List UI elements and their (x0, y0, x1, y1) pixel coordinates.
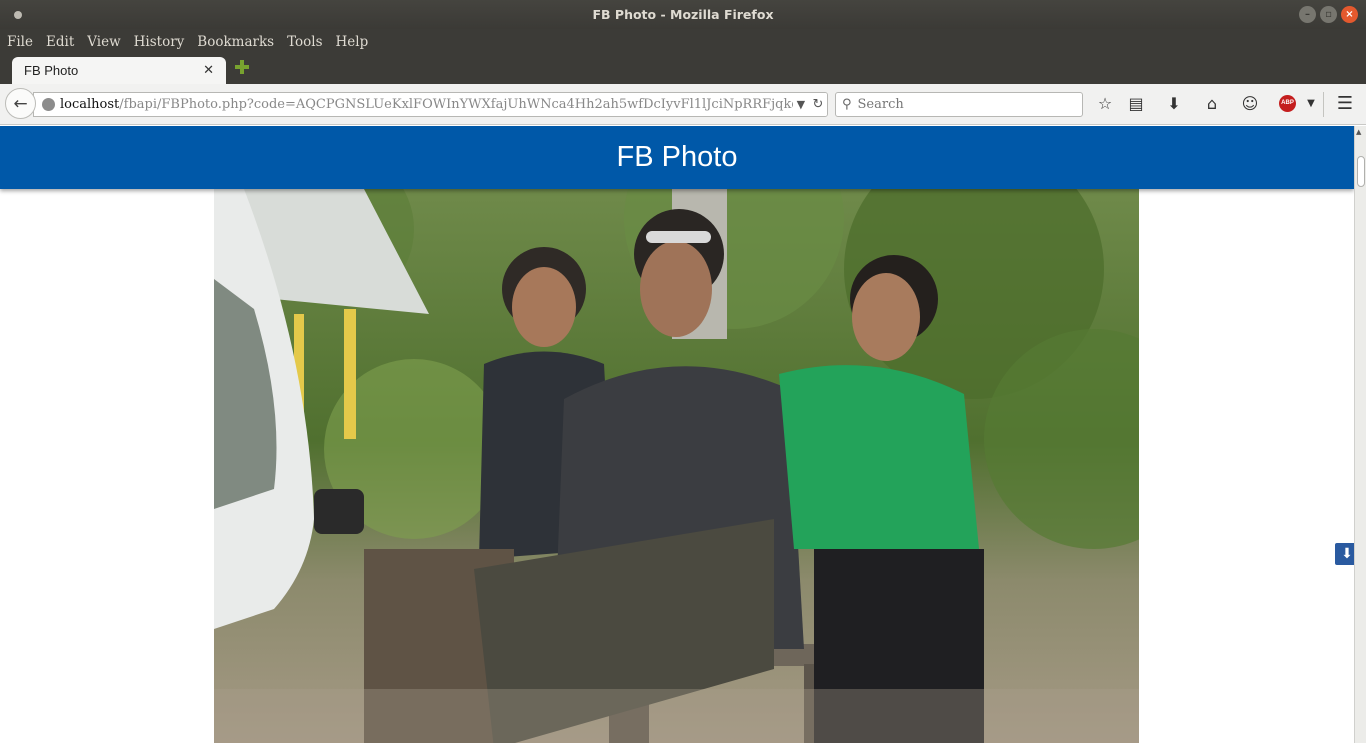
url-bar[interactable]: localhost /fbapi/FBPhoto.php?code=AQCPGN… (33, 92, 828, 117)
scroll-up-icon[interactable]: ▲ (1356, 128, 1361, 136)
menu-icon[interactable]: ☰ (1334, 94, 1356, 114)
navigation-bar: localhost /fbapi/FBPhoto.php?code=AQCPGN… (0, 84, 1366, 125)
url-path: /fbapi/FBPhoto.php?code=AQCPGNSLUeKxlFOW… (119, 97, 828, 112)
menu-history[interactable]: History (134, 34, 185, 50)
search-icon: ⚲ (842, 97, 852, 112)
menu-bar: File Edit View History Bookmarks Tools H… (0, 29, 1366, 54)
close-button[interactable]: × (1341, 6, 1358, 23)
fb-photo-image (214, 189, 1139, 743)
dropdown-arrow-icon[interactable]: ▼ (797, 98, 805, 111)
back-arrow-icon: ← (13, 93, 28, 114)
adblock-icon[interactable]: ABP (1279, 95, 1296, 112)
tab-label: FB Photo (24, 63, 79, 78)
window-title: FB Photo - Mozilla Firefox (592, 7, 774, 22)
download-icon[interactable]: ⬇ (1163, 94, 1185, 114)
maximize-button[interactable]: ▫ (1320, 6, 1337, 23)
scrollbar-thumb[interactable] (1357, 156, 1365, 187)
tab-fb-photo[interactable]: FB Photo ✕ (12, 57, 226, 84)
window-menu-icon[interactable] (14, 11, 22, 19)
search-input[interactable]: ⚲ Search (835, 92, 1083, 117)
reload-icon[interactable]: ↻ (812, 97, 823, 112)
tab-bar: FB Photo ✕ (0, 54, 1366, 84)
adblock-dropdown-icon[interactable]: ▼ (1300, 94, 1322, 114)
vertical-scrollbar[interactable]: ▲ (1354, 126, 1366, 743)
menu-edit[interactable]: Edit (46, 34, 74, 50)
menu-view[interactable]: View (87, 34, 120, 50)
arrow-down-icon: ⬇ (1341, 546, 1353, 562)
menu-file[interactable]: File (7, 34, 33, 50)
url-host: localhost (60, 97, 120, 112)
reading-list-icon[interactable]: ▤ (1125, 94, 1147, 114)
new-tab-icon[interactable] (234, 59, 250, 75)
menu-help[interactable]: Help (336, 34, 369, 50)
page-title: FB Photo (616, 141, 738, 173)
app-header: FB Photo (0, 126, 1354, 189)
back-button[interactable]: ← (5, 88, 36, 119)
menu-bookmarks[interactable]: Bookmarks (197, 34, 274, 50)
photo-illustration (214, 189, 1139, 743)
tab-close-icon[interactable]: ✕ (203, 63, 214, 78)
window-titlebar: FB Photo - Mozilla Firefox – ▫ × (0, 0, 1366, 29)
search-placeholder: Search (857, 97, 904, 112)
page-viewport: FB Photo (0, 126, 1354, 743)
toolbar-separator (1323, 92, 1324, 117)
globe-icon (42, 98, 55, 111)
home-icon[interactable]: ⌂ (1201, 94, 1223, 114)
bookmark-star-icon[interactable]: ☆ (1094, 94, 1116, 114)
chat-icon[interactable]: ☺ (1239, 94, 1261, 114)
minimize-button[interactable]: – (1299, 6, 1316, 23)
menu-tools[interactable]: Tools (287, 34, 322, 50)
